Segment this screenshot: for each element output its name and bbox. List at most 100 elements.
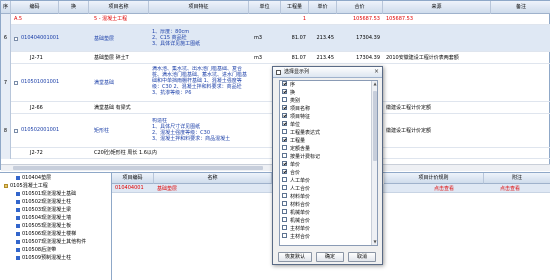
view-link-2[interactable]: 点击查看 [500, 185, 520, 192]
column-option[interactable]: 项目名称 [282, 105, 310, 113]
tree-node[interactable]: 010507现浇混凝土其他构件 [16, 239, 86, 246]
col-header-swap[interactable]: 换 [59, 1, 89, 14]
scroll-down-icon[interactable]: ▼ [372, 239, 377, 245]
row-feature[interactable]: 满水池、集水坑、出水池门槛基础、复合桩、满水池门槛基础、蓄水坑、进水门槛基础和中… [151, 66, 249, 96]
row-name[interactable]: 基础垫层 [93, 35, 148, 42]
column-option[interactable]: 单位 [282, 121, 300, 129]
column-option[interactable]: 人工单价 [282, 177, 310, 185]
checkbox[interactable] [282, 169, 287, 174]
checkbox[interactable] [282, 201, 287, 206]
row-qty[interactable]: 81.07 [283, 52, 307, 64]
table-row[interactable]: J2-71 基础垫层 碎土T m3 81.07 213.45 17304.39 … [1, 52, 550, 64]
checkbox[interactable] [282, 145, 287, 150]
row-total[interactable]: 17304.39 [339, 52, 381, 64]
row-name[interactable]: 满堂基础 有梁式 [93, 102, 149, 114]
checkbox[interactable] [282, 137, 287, 142]
tree-node[interactable]: 010503现浇混凝土梁 [16, 207, 71, 214]
column-option[interactable]: 机械单价 [282, 209, 310, 217]
row-name[interactable]: 5 - 混凝土工程 [93, 14, 153, 25]
col-header-qty[interactable]: 工程量 [281, 1, 309, 14]
checkbox[interactable] [282, 129, 287, 134]
column-option[interactable]: 工程量 [282, 137, 305, 145]
checkbox[interactable] [282, 97, 287, 102]
column-option[interactable]: 材料单价 [282, 193, 310, 201]
cancel-button[interactable]: 取消 [348, 252, 376, 262]
column-option[interactable]: 换 [282, 89, 295, 97]
table-row[interactable]: 6 010404001001 基础垫层 1、厚度：80cm 2、C15 商品砼 … [1, 25, 550, 52]
row-code[interactable]: 010501001001 [20, 79, 60, 85]
checkbox[interactable] [282, 217, 287, 222]
col-header-note[interactable]: 备注 [491, 1, 550, 14]
row-code[interactable]: 010502001001 [20, 127, 60, 133]
table-row[interactable]: A.5 5 - 混凝土工程 1 105687.53 105687.53 [1, 14, 550, 25]
row-code[interactable]: 010404001 [115, 185, 144, 191]
row-name[interactable]: C20砼)矩形柱 周长 1.6以内 [93, 148, 213, 159]
tree-node[interactable]: 0105混凝土工程 [4, 183, 48, 190]
row-total[interactable]: 17304.39 [339, 35, 381, 41]
column-option[interactable]: 按量计费标记 [282, 153, 320, 161]
row-code[interactable]: J2-72 [29, 148, 59, 159]
scrollbar-thumb[interactable] [373, 91, 377, 161]
row-code[interactable]: J2-71 [29, 52, 59, 64]
checkbox[interactable] [282, 193, 287, 198]
checkbox[interactable] [282, 161, 287, 166]
row-feature[interactable]: 构造柱 1、具体尺寸详见图纸 2、混凝土强度等级：C30 3、混凝土拌和料要求：… [151, 118, 249, 142]
ok-button[interactable]: 确定 [316, 252, 344, 262]
row-unit[interactable]: m3 [253, 52, 277, 64]
row-code[interactable]: 010404001001 [20, 35, 60, 41]
collapse-icon[interactable] [14, 129, 18, 133]
col-header-price[interactable]: 单价 [309, 1, 337, 14]
checkbox[interactable] [282, 209, 287, 214]
column-option[interactable]: 机械合价 [282, 217, 310, 225]
row-source[interactable]: 徽建设工程计价定额 [385, 127, 489, 134]
checkbox[interactable] [282, 121, 287, 126]
row-feature[interactable]: 1、厚度：80cm 2、C15 商品砼 3、具体详见施工图纸 [151, 29, 249, 47]
row-code[interactable]: A.5 [13, 14, 57, 25]
col-header-name[interactable]: 项目名称 [89, 1, 149, 14]
column-option[interactable]: 项目特征 [282, 113, 310, 121]
checkbox[interactable] [282, 81, 287, 86]
checkbox[interactable] [282, 105, 287, 110]
tree-node[interactable]: 010508后浇带 [16, 247, 56, 254]
col-header-code[interactable]: 项目编码 [112, 173, 154, 184]
tree-node[interactable]: 010502现浇混凝土柱 [16, 199, 71, 206]
tree-node[interactable]: 010509预制混凝土柱 [16, 255, 71, 262]
checkbox[interactable] [282, 89, 287, 94]
row-name[interactable]: 基础垫层 [157, 185, 177, 192]
vertical-scrollbar[interactable]: ▲ ▼ [371, 81, 377, 245]
row-code[interactable]: J2-66 [29, 102, 59, 114]
row-name[interactable]: 基础垫层 碎土T [93, 52, 149, 64]
row-source[interactable]: 徽建设工程计价定额 [385, 102, 489, 114]
column-option[interactable]: 合价 [282, 169, 300, 177]
close-icon[interactable]: × [373, 69, 380, 76]
row-name[interactable]: 矩形柱 [93, 127, 148, 134]
col-header-rule[interactable]: 项目计价规则 [384, 173, 484, 184]
checkbox[interactable] [282, 177, 287, 182]
row-price[interactable]: 213.45 [309, 52, 335, 64]
checkbox[interactable] [282, 153, 287, 158]
checkbox[interactable] [282, 225, 287, 230]
row-qty[interactable]: 81.07 [283, 35, 307, 41]
col-header-note[interactable]: 附注 [484, 173, 550, 184]
col-header-code[interactable]: 编码 [11, 1, 59, 14]
tree-node[interactable]: 010501现浇混凝土基础 [16, 191, 76, 198]
checkbox[interactable] [282, 113, 287, 118]
col-header-feature[interactable]: 项目特征 [149, 1, 249, 14]
tree-node[interactable]: 010506现浇混凝土楼梯 [16, 231, 76, 238]
row-source[interactable]: 2010安徽建设工程计价表两套额 [385, 52, 489, 64]
column-option[interactable]: 单价 [282, 161, 300, 169]
column-option[interactable]: 定额含量 [282, 145, 310, 153]
column-option[interactable]: 人工合价 [282, 185, 310, 193]
row-name[interactable]: 满堂基础 [93, 79, 148, 86]
tree-node[interactable]: 010404垫层 [16, 175, 51, 182]
row-unit[interactable]: m3 [253, 35, 277, 41]
column-option[interactable]: 主材单价 [282, 225, 310, 233]
tree-node[interactable]: 010504现浇混凝土墙 [16, 215, 71, 222]
column-option[interactable]: 材料合价 [282, 201, 310, 209]
scrollbar-thumb[interactable] [13, 166, 263, 170]
column-option[interactable]: 主材合价 [282, 233, 310, 241]
col-header-seq[interactable]: 序 [1, 1, 11, 14]
col-header-total[interactable]: 合价 [337, 1, 383, 14]
col-header-source[interactable]: 来源 [383, 1, 491, 14]
row-total[interactable]: 105687.53 [337, 14, 381, 25]
